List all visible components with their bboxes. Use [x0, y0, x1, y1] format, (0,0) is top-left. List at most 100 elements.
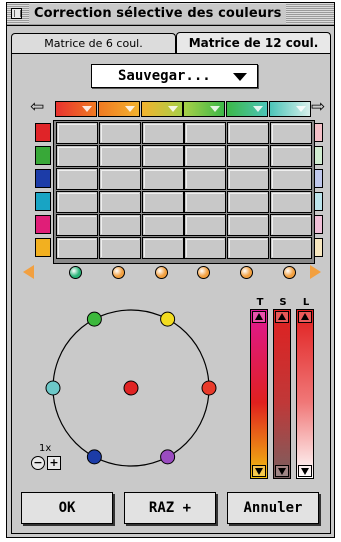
reset-button[interactable]: RAZ + [124, 492, 216, 524]
tab-12-colors[interactable]: Matrice de 12 coul. [176, 32, 331, 54]
zoom-out-button[interactable]: − [31, 456, 45, 470]
slider-handle[interactable] [275, 465, 289, 477]
matrix-cell[interactable] [184, 122, 226, 144]
slider-label-l: L [302, 297, 310, 308]
selective-color-window: Correction sélective des couleurs Matric… [6, 2, 335, 538]
column-header-2[interactable] [98, 101, 140, 117]
slider-track-l[interactable] [296, 309, 314, 479]
slider-handle[interactable] [298, 311, 312, 323]
matrix-cell[interactable] [184, 191, 226, 213]
correction-matrix-grid [53, 120, 315, 264]
wheel-point[interactable] [45, 380, 61, 396]
matrix-cell[interactable] [142, 214, 184, 236]
matrix-cell[interactable] [142, 145, 184, 167]
matrix-cell[interactable] [270, 122, 312, 144]
matrix-cell[interactable] [56, 168, 98, 190]
matrix-cell[interactable] [227, 191, 269, 213]
row-color-swatch[interactable] [35, 169, 51, 188]
matrix-cell[interactable] [99, 168, 141, 190]
matrix-cell[interactable] [142, 191, 184, 213]
matrix-cell[interactable] [184, 168, 226, 190]
column-header-6[interactable] [269, 101, 311, 117]
slider-handle[interactable] [298, 465, 312, 477]
matrix-cell[interactable] [99, 191, 141, 213]
slider-track-t[interactable] [250, 309, 268, 479]
matrix-cell[interactable] [270, 145, 312, 167]
slider-track-s[interactable] [273, 309, 291, 479]
matrix-cell[interactable] [56, 122, 98, 144]
column-header-1[interactable] [55, 101, 97, 117]
matrix-cell[interactable] [56, 237, 98, 259]
matrix-cell[interactable] [184, 145, 226, 167]
column-dot[interactable] [283, 266, 296, 279]
dropdown-arrow-icon [233, 73, 247, 81]
matrix-cell[interactable] [142, 168, 184, 190]
matrix-cell[interactable] [142, 122, 184, 144]
wheel-point[interactable] [86, 311, 102, 327]
matrix-cell[interactable] [184, 237, 226, 259]
color-wheel[interactable] [43, 303, 223, 473]
column-header-4[interactable] [183, 101, 225, 117]
matrix-cell[interactable] [270, 168, 312, 190]
wheel-center-point[interactable] [123, 380, 139, 396]
tab-6-colors[interactable]: Matrice de 6 coul. [11, 33, 176, 53]
matrix-cell[interactable] [56, 191, 98, 213]
matrix-cell[interactable] [99, 214, 141, 236]
slider-handle[interactable] [252, 311, 266, 323]
matrix-cell[interactable] [227, 214, 269, 236]
wheel-point[interactable] [86, 449, 102, 465]
handle-down-arrow-icon [301, 468, 309, 475]
column-dot[interactable] [240, 266, 253, 279]
column-dot[interactable] [69, 266, 82, 279]
matrix-cell[interactable] [184, 214, 226, 236]
ok-button[interactable]: OK [21, 492, 113, 524]
column-dot[interactable] [112, 266, 125, 279]
matrix-cell[interactable] [270, 237, 312, 259]
title-bar[interactable]: Correction sélective des couleurs [7, 3, 334, 26]
matrix-cell[interactable] [270, 214, 312, 236]
slider-label-t: T [256, 297, 264, 308]
cancel-button[interactable]: Annuler [227, 492, 319, 524]
column-dot[interactable] [155, 266, 168, 279]
column-dot[interactable] [197, 266, 210, 279]
column-menu-arrow-icon [125, 106, 135, 112]
slider-handle[interactable] [275, 311, 289, 323]
prev-arrow-icon[interactable]: ⇦ [30, 99, 44, 116]
handle-down-arrow-icon [255, 468, 263, 475]
matrix-cell[interactable] [227, 168, 269, 190]
zoom-in-button[interactable]: + [47, 456, 61, 470]
window-title: Correction sélective des couleurs [29, 4, 287, 24]
preset-dropdown[interactable]: Sauvegar... [91, 64, 258, 88]
handle-down-arrow-icon [278, 468, 286, 475]
slider-handle[interactable] [252, 465, 266, 477]
scroll-right-icon[interactable] [310, 265, 321, 279]
matrix-cell[interactable] [56, 145, 98, 167]
matrix-cell[interactable] [227, 237, 269, 259]
close-box-icon[interactable] [11, 8, 22, 19]
next-arrow-icon[interactable]: ⇨ [311, 99, 325, 116]
matrix-cell[interactable] [142, 237, 184, 259]
column-header-3[interactable] [141, 101, 183, 117]
matrix-cell[interactable] [99, 237, 141, 259]
matrix-cell[interactable] [56, 214, 98, 236]
matrix-cell[interactable] [270, 191, 312, 213]
zoom-level: 1x [39, 443, 52, 454]
wheel-point[interactable] [160, 311, 176, 327]
row-color-swatch[interactable] [35, 238, 51, 257]
matrix-cell[interactable] [99, 145, 141, 167]
wheel-point[interactable] [201, 380, 217, 396]
matrix-cell[interactable] [227, 122, 269, 144]
slider-label-s: S [279, 297, 287, 308]
row-color-swatch[interactable] [35, 215, 51, 234]
row-color-swatch[interactable] [35, 192, 51, 211]
row-color-swatch[interactable] [35, 146, 51, 165]
scroll-left-icon[interactable] [23, 265, 34, 279]
handle-up-arrow-icon [301, 313, 309, 320]
preset-dropdown-label: Sauvegar... [118, 68, 211, 84]
column-header-5[interactable] [226, 101, 268, 117]
row-color-swatch[interactable] [35, 123, 51, 142]
wheel-point[interactable] [160, 449, 176, 465]
matrix-cell[interactable] [227, 145, 269, 167]
matrix-cell[interactable] [99, 122, 141, 144]
column-menu-arrow-icon [210, 106, 220, 112]
